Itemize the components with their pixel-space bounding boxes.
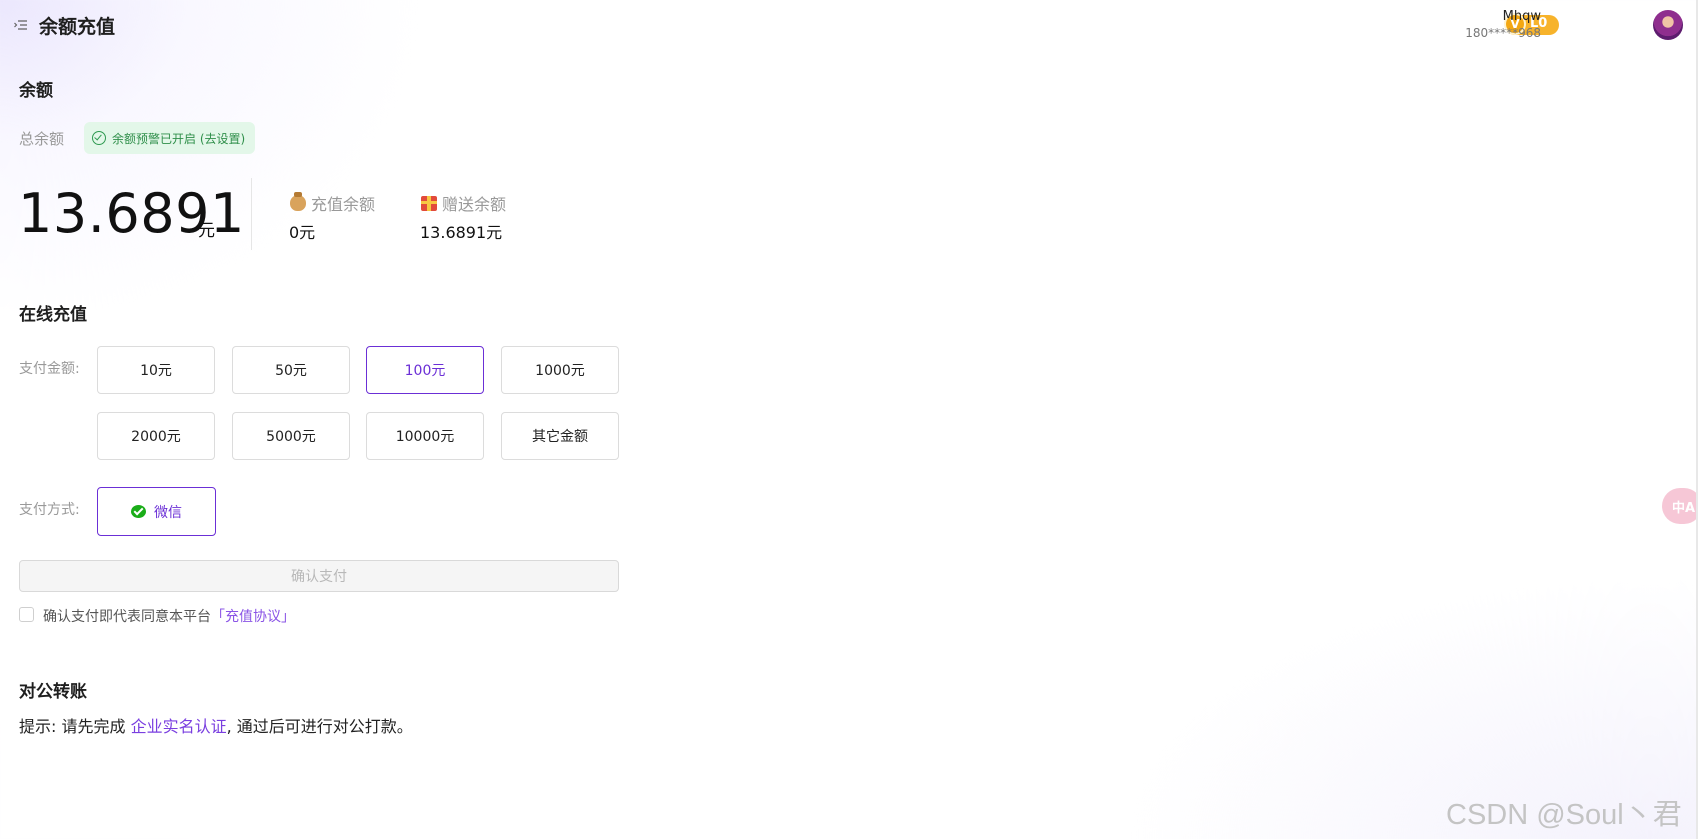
total-balance-unit: 元	[198, 221, 215, 241]
amount-label: 支付金额:	[19, 361, 80, 377]
menu-toggle-icon[interactable]	[14, 18, 28, 32]
confirm-pay-button[interactable]: 确认支付	[19, 560, 619, 592]
enterprise-verification-link[interactable]: 企业实名认证	[131, 717, 227, 736]
amount-option-100[interactable]: 100元	[366, 346, 484, 394]
watermark: CSDN @Soul丶君	[1446, 799, 1682, 831]
agreement-text: 确认支付即代表同意本平台「充值协议」	[43, 606, 295, 626]
gift-balance-value: 13.6891元	[420, 223, 503, 242]
payment-method-label: 支付方式:	[19, 502, 80, 518]
balance-alert-text: 余额预警已开启 (去设置)	[112, 131, 246, 146]
gift-balance-label: 赠送余额	[421, 191, 506, 215]
divider	[251, 178, 252, 250]
check-circle-icon	[92, 131, 106, 145]
gift-balance-label-text: 赠送余额	[442, 195, 507, 214]
page-title: 余额充值	[39, 16, 116, 38]
gift-icon	[421, 195, 437, 211]
amount-option-10000[interactable]: 10000元	[366, 412, 484, 460]
balance-section-title: 余额	[19, 81, 53, 101]
total-balance-label: 总余额	[19, 130, 65, 148]
wechat-pay-option[interactable]: 微信	[97, 487, 216, 536]
wechat-pay-label: 微信	[154, 504, 182, 521]
hint-suffix: , 通过后可进行对公打款。	[226, 717, 413, 736]
agreement-checkbox[interactable]	[19, 607, 34, 622]
recharge-balance-value: 0元	[289, 223, 316, 242]
recharge-balance-label: 充值余额	[290, 191, 375, 215]
money-bag-icon	[290, 192, 306, 211]
public-transfer-title: 对公转账	[19, 682, 87, 702]
amount-option-50[interactable]: 50元	[232, 346, 350, 394]
amount-option-other[interactable]: 其它金额	[501, 412, 619, 460]
translate-button[interactable]: 中A	[1662, 488, 1698, 524]
online-recharge-title: 在线充值	[19, 305, 87, 325]
amount-option-2000[interactable]: 2000元	[97, 412, 215, 460]
amount-option-5000[interactable]: 5000元	[232, 412, 350, 460]
avatar[interactable]	[1653, 10, 1683, 40]
amount-option-1000[interactable]: 1000元	[501, 346, 619, 394]
wechat-icon	[131, 505, 146, 518]
hint-prefix: 提示: 请先完成	[19, 717, 126, 736]
agreement-text-prefix: 确认支付即代表同意本平台	[43, 609, 211, 625]
recharge-balance-label-text: 充值余额	[311, 195, 376, 214]
user-phone: 180*****968	[1465, 26, 1541, 40]
amount-option-10[interactable]: 10元	[97, 346, 215, 394]
recharge-agreement-link[interactable]: 「充值协议」	[211, 609, 295, 625]
public-transfer-hint: 提示: 请先完成 企业实名认证, 通过后可进行对公打款。	[19, 713, 413, 737]
balance-alert-badge[interactable]: 余额预警已开启 (去设置)	[84, 122, 256, 154]
user-name[interactable]: Mhqw	[1503, 9, 1541, 24]
